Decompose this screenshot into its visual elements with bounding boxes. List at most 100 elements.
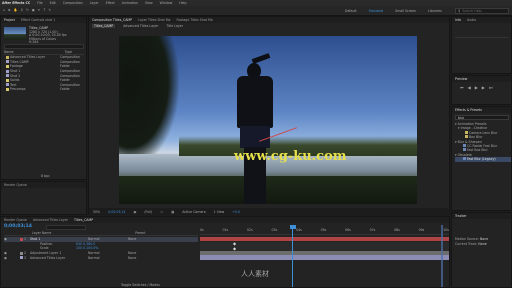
- previous-frame-icon[interactable]: ◀: [468, 85, 471, 90]
- layer-bar-3[interactable]: [200, 255, 449, 260]
- project-tabs: Project Effect Controls shot 1: [1, 17, 86, 23]
- tab-composition[interactable]: Composition Titles_CAMP: [92, 18, 132, 22]
- column-name[interactable]: Name: [4, 50, 13, 54]
- timeline-search[interactable]: [46, 225, 86, 230]
- region-icon[interactable]: ▭: [160, 210, 163, 214]
- brush-tool-icon[interactable]: ✎: [48, 8, 51, 12]
- flow-tab-advanced[interactable]: Advanced Titles Layer: [123, 24, 158, 28]
- workspace-standard[interactable]: Standard: [369, 9, 384, 13]
- menu-edit[interactable]: Edit: [50, 1, 56, 5]
- playhead-handle[interactable]: [289, 225, 296, 229]
- pen-tool-icon[interactable]: ✒: [38, 8, 41, 12]
- motion-source-dropdown[interactable]: None: [480, 237, 488, 241]
- project-search[interactable]: [4, 44, 84, 49]
- info-readout: [455, 26, 509, 38]
- tab-titles-camp[interactable]: Titles_CAMP: [74, 218, 93, 222]
- list-item[interactable]: Shot 1 Composition: [4, 69, 84, 74]
- resolution-dropdown[interactable]: (Full): [144, 210, 152, 214]
- list-item[interactable]: Advanced Titles Layer Composition: [4, 55, 84, 60]
- menu-help[interactable]: Help: [179, 1, 186, 5]
- visibility-icon[interactable]: ◉: [4, 237, 18, 241]
- visibility-icon[interactable]: ◉: [4, 256, 18, 260]
- tab-tracker[interactable]: Tracker: [455, 214, 467, 218]
- workspace-small-screen[interactable]: Small Screen: [395, 9, 416, 13]
- last-frame-icon[interactable]: ⏭: [489, 85, 493, 90]
- label-color[interactable]: [19, 237, 23, 241]
- timeline-timecode[interactable]: 0;00;03;14: [4, 224, 32, 229]
- current-track-dropdown[interactable]: None: [478, 242, 486, 246]
- camera-dropdown[interactable]: Active Camera: [182, 210, 205, 214]
- transparency-grid-icon[interactable]: ▦: [171, 210, 174, 214]
- menu-animation[interactable]: Animation: [122, 1, 138, 5]
- table-row[interactable]: ◉ 3 Advanced Titles Layer Normal None: [4, 255, 198, 260]
- next-frame-icon[interactable]: ▶: [482, 85, 485, 90]
- menu-window[interactable]: Window: [160, 1, 173, 5]
- camera-icon[interactable]: ◉: [134, 210, 137, 214]
- first-frame-icon[interactable]: ⏮: [460, 85, 464, 90]
- tab-footage[interactable]: Footage Titles Shot Ma: [176, 18, 212, 22]
- composition-viewport[interactable]: www.cg-ku.com: [119, 36, 417, 204]
- tab-effects-presets[interactable]: Effects & Presets: [455, 108, 482, 112]
- list-item[interactable]: Precomps Folder: [4, 87, 84, 92]
- menu-effect[interactable]: Effect: [106, 1, 115, 5]
- workspace-default[interactable]: Default: [345, 9, 357, 13]
- menu-layer[interactable]: Layer: [90, 1, 99, 5]
- view-layout-dropdown[interactable]: 1 View: [214, 210, 225, 214]
- menu-composition[interactable]: Composition: [63, 1, 83, 5]
- list-item[interactable]: Footage Folder: [4, 64, 84, 69]
- type-tool-icon[interactable]: T: [43, 8, 45, 12]
- work-area-end[interactable]: [441, 225, 443, 287]
- tab-info[interactable]: Info: [455, 18, 461, 22]
- blend-mode-dropdown[interactable]: Normal: [88, 237, 128, 241]
- tab-render-queue-left[interactable]: Render Queue: [4, 183, 27, 187]
- list-item[interactable]: Shot 2 Composition: [4, 73, 84, 78]
- keyframe-icon[interactable]: ◆: [233, 246, 236, 251]
- tree-item[interactable]: Fast Blur (Legacy): [455, 157, 511, 162]
- workspace-libraries[interactable]: Libraries: [428, 9, 442, 13]
- list-item[interactable]: Titles CAMP Composition: [4, 60, 84, 65]
- tab-effect-controls[interactable]: Effect Controls shot 1: [21, 18, 55, 22]
- column-layer-name[interactable]: Layer Name: [32, 231, 51, 235]
- zoom-dropdown[interactable]: 50%: [93, 210, 100, 214]
- home-icon[interactable]: ⌂: [3, 8, 5, 12]
- effects-search-field[interactable]: blur: [455, 115, 509, 120]
- tab-render-queue[interactable]: Render Queue: [4, 218, 27, 222]
- label-color[interactable]: [19, 256, 23, 260]
- parent-dropdown[interactable]: None: [128, 237, 136, 241]
- render-queue-tabs: Render Queue: [1, 182, 86, 188]
- layer-columns: Layer Name Parent: [4, 231, 198, 236]
- column-type[interactable]: Type: [65, 50, 72, 54]
- tab-preview[interactable]: Preview: [455, 77, 467, 81]
- tab-layer[interactable]: Layer Titles Shot Ma: [138, 18, 170, 22]
- parent-dropdown[interactable]: None: [128, 251, 136, 255]
- bpc-label[interactable]: 8 bpc: [41, 174, 50, 178]
- menu-file[interactable]: File: [37, 1, 42, 5]
- selection-tool-icon[interactable]: ➤: [8, 8, 11, 12]
- hand-tool-icon[interactable]: ✋: [14, 8, 18, 12]
- zoom-tool-icon[interactable]: ⚲: [21, 8, 23, 12]
- time-ruler[interactable]: 0s 01s 02s 03s 04s 05s 06s 07s 08s 09s 1…: [200, 225, 449, 235]
- search-help-field[interactable]: ⚲ Search Help: [455, 7, 509, 14]
- camera-tool-icon[interactable]: ▣: [32, 8, 35, 12]
- list-item[interactable]: Solids Folder: [4, 78, 84, 83]
- parent-dropdown[interactable]: None: [128, 256, 136, 260]
- tab-audio[interactable]: Audio: [467, 18, 476, 22]
- menu-view[interactable]: View: [145, 1, 153, 5]
- blend-mode-dropdown[interactable]: Normal: [88, 251, 128, 255]
- playhead[interactable]: [292, 227, 293, 287]
- flow-tab-titles-camp[interactable]: Titles_CAMP: [92, 24, 116, 28]
- toggle-switches-modes[interactable]: Toggle Switches / Modes: [121, 283, 160, 287]
- blend-mode-dropdown[interactable]: Normal: [88, 256, 128, 260]
- list-item[interactable]: Text Composition: [4, 83, 84, 88]
- rotate-tool-icon[interactable]: ↻: [26, 8, 29, 12]
- flow-tab-title-layer[interactable]: Title Layer: [166, 24, 183, 28]
- tab-project[interactable]: Project: [4, 18, 15, 22]
- label-color[interactable]: [19, 251, 23, 255]
- tab-advanced-titles-layer[interactable]: Advanced Titles Layer: [33, 218, 68, 222]
- viewer-timecode[interactable]: 0;00;03;14: [108, 210, 125, 214]
- play-icon[interactable]: ▶: [475, 85, 478, 90]
- exposure-value[interactable]: +0.0: [232, 210, 240, 214]
- visibility-icon[interactable]: ◉: [4, 251, 18, 255]
- folder-icon: [5, 55, 9, 59]
- column-parent[interactable]: Parent: [135, 231, 145, 235]
